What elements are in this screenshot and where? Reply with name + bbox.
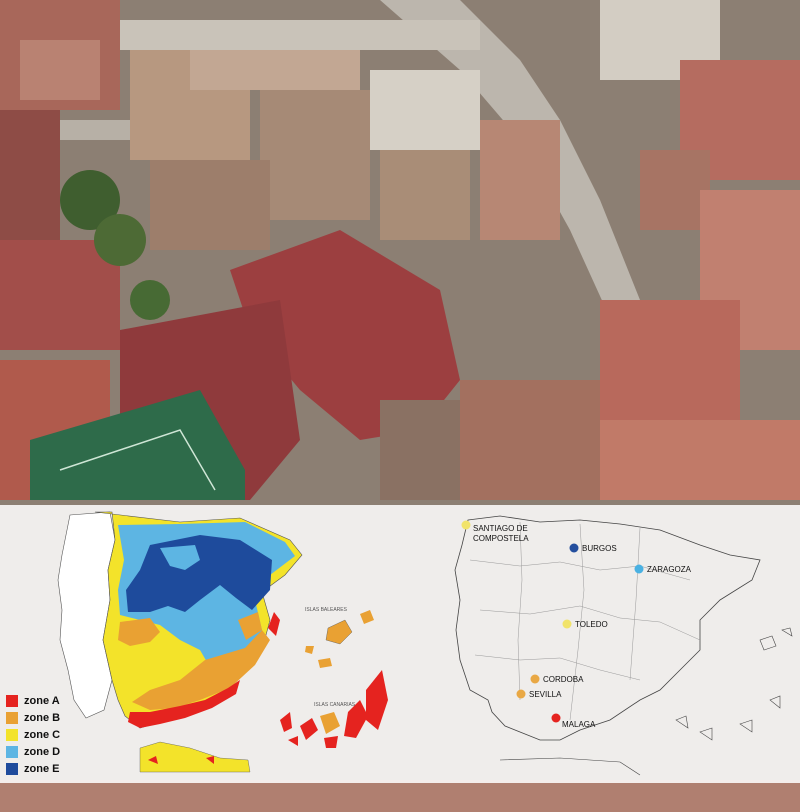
legend-swatch-b	[6, 711, 18, 724]
legend-item: zone D	[6, 743, 60, 760]
balearic-label: ISLAS BALEARES	[305, 607, 348, 613]
city-sevilla[interactable]: SEVILLA	[516, 689, 563, 700]
legend-item: zone B	[6, 709, 60, 726]
figure-stage: ISLAS BALEARES ISLAS CANARIAS SANTIAGO D…	[0, 0, 800, 812]
city-label-cordoba: CORDOBA	[543, 675, 584, 684]
city-label-toledo: TOLEDO	[575, 620, 608, 629]
city-label-malaga: MALAGA	[562, 720, 596, 729]
city-label-zaragoza: ZARAGOZA	[647, 565, 692, 574]
zone-legend: zone A zone B zone C zone D zone E	[6, 692, 60, 777]
legend-swatch-a	[6, 694, 18, 707]
legend-label-e: zone E	[24, 762, 60, 775]
legend-label-c: zone C	[24, 728, 61, 741]
canarias-label: ISLAS CANARIAS	[314, 702, 356, 708]
city-label-burgos: BURGOS	[582, 544, 617, 553]
city-burgos[interactable]: BURGOS	[569, 543, 617, 554]
legend-swatch-d	[6, 745, 18, 758]
city-label-santiago-2: COMPOSTELA	[473, 534, 529, 543]
legend-swatch-c	[6, 728, 18, 741]
figure-canvas: ISLAS BALEARES ISLAS CANARIAS SANTIAGO D…	[0, 0, 800, 812]
legend-label-b: zone B	[24, 711, 61, 724]
city-label-santiago-1: SANTIAGO DE	[473, 524, 528, 533]
city-label-sevilla: SEVILLA	[529, 690, 562, 699]
legend-label-d: zone D	[24, 745, 61, 758]
legend-swatch-e	[6, 762, 18, 775]
legend-item: zone A	[6, 692, 60, 709]
legend-item: zone C	[6, 726, 60, 743]
legend-label-a: zone A	[24, 694, 60, 707]
city-toledo[interactable]: TOLEDO	[562, 619, 608, 630]
legend-item: zone E	[6, 760, 60, 777]
